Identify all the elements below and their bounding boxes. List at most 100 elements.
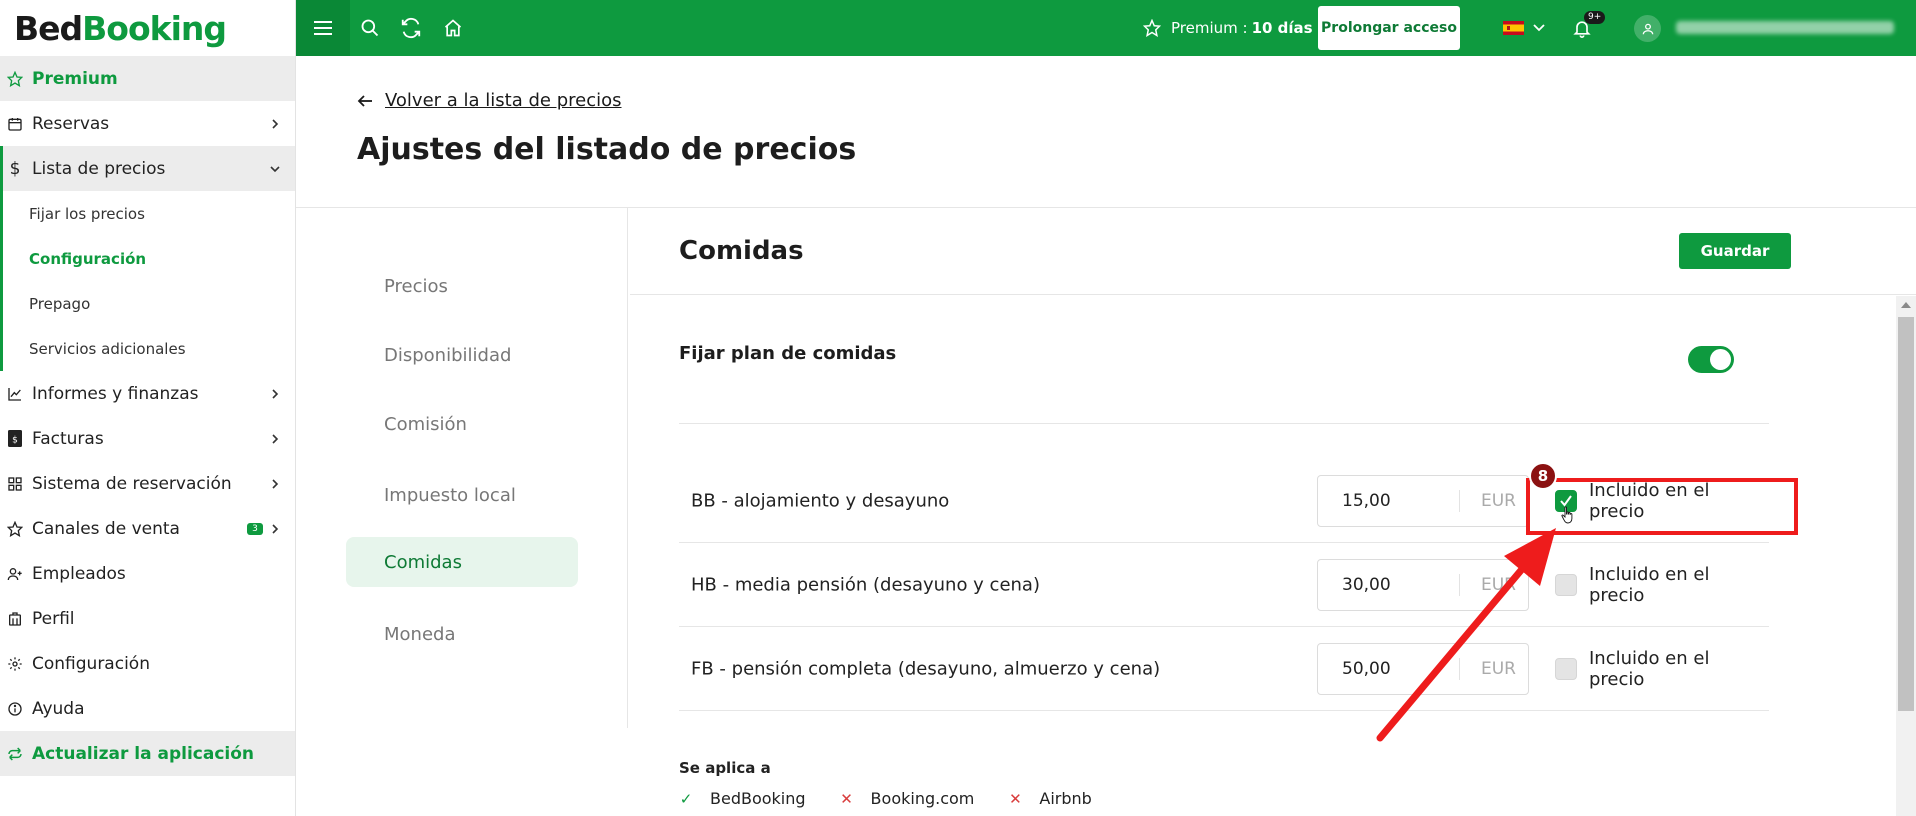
menu-toggle-button[interactable]	[296, 0, 350, 56]
tab-moneda[interactable]: Moneda	[346, 609, 578, 659]
home-icon	[444, 19, 462, 37]
meal-price-input[interactable]: 50,00 EUR	[1317, 642, 1529, 695]
refresh-icon	[401, 17, 421, 39]
star-icon	[6, 520, 24, 538]
chevron-down-icon	[270, 165, 280, 172]
sidebar-item-perfil[interactable]: Perfil	[0, 596, 295, 641]
sidebar-item-ayuda[interactable]: Ayuda	[0, 686, 295, 731]
meal-price-input[interactable]: 15,00 EUR	[1317, 474, 1529, 527]
tab-impuesto-local[interactable]: Impuesto local	[346, 470, 578, 520]
chevron-right-icon	[272, 433, 279, 444]
divider	[630, 294, 1916, 295]
dollar-icon: $	[9, 158, 21, 179]
sidebar: Bed Booking Premium Reservas $ Lista de p…	[0, 0, 296, 816]
tab-disponibilidad[interactable]: Disponibilidad	[346, 330, 578, 380]
channel-item-airbnb: ✕ Airbnb	[1008, 789, 1092, 808]
sidebar-item-label: Lista de precios	[32, 158, 166, 179]
meal-price-input[interactable]: 30,00 EUR	[1317, 558, 1529, 611]
user-email-redacted[interactable]	[1676, 21, 1894, 34]
sidebar-item-label: Canales de venta	[32, 518, 180, 539]
notifications-count-badge: 9+	[1584, 11, 1606, 24]
channel-name: BedBooking	[710, 789, 806, 808]
arrow-left-icon	[357, 94, 372, 107]
refresh-button[interactable]	[390, 0, 432, 56]
search-button[interactable]	[350, 0, 390, 56]
sidebar-subitem-servicios[interactable]: Servicios adicionales	[0, 326, 295, 371]
sidebar-item-label: Premium	[32, 68, 118, 89]
scroll-up-arrow-icon[interactable]	[1901, 302, 1911, 308]
sidebar-item-label: Perfil	[32, 608, 75, 629]
channel-name: Airbnb	[1039, 789, 1092, 808]
back-to-pricelist-link[interactable]: Volver a la lista de precios	[357, 90, 622, 111]
channels-count-badge: 3	[247, 522, 263, 535]
sidebar-item-label: Configuración	[32, 653, 150, 674]
sidebar-item-reservas[interactable]: Reservas	[0, 101, 295, 146]
notifications-button[interactable]	[1560, 0, 1604, 56]
sidebar-submenu: Fijar los precios Configuración Prepago …	[0, 191, 295, 371]
applies-to-title: Se aplica a	[679, 759, 771, 777]
channel-name: Booking.com	[870, 789, 975, 808]
sidebar-item-informes[interactable]: Informes y finanzas	[0, 371, 295, 416]
home-button[interactable]	[432, 0, 474, 56]
tab-precios[interactable]: Precios	[346, 261, 578, 311]
scrollbar-thumb[interactable]	[1898, 317, 1914, 711]
included-label: Incluido en el precio	[1589, 563, 1710, 606]
save-button[interactable]: Guardar	[1679, 233, 1791, 269]
divider	[1459, 657, 1460, 680]
sidebar-item-configuracion[interactable]: Configuración	[0, 641, 295, 686]
user-icon	[1642, 23, 1653, 34]
chevron-right-icon	[272, 118, 279, 129]
applies-to-list: ✓ BedBooking ✕ Booking.com ✕ Airbnb	[679, 789, 1126, 808]
sidebar-item-actualizar[interactable]: Actualizar la aplicación	[0, 731, 295, 776]
grid-icon	[6, 475, 24, 493]
page-title: Ajustes del listado de precios	[357, 132, 857, 167]
tab-comision[interactable]: Comisión	[346, 399, 578, 449]
cross-icon: ✕	[840, 789, 853, 808]
logo-text-booking: Booking	[82, 8, 227, 48]
price-value: 15,00	[1342, 490, 1391, 511]
logo[interactable]: Bed Booking	[0, 0, 295, 56]
sidebar-item-label: Reservas	[32, 113, 110, 134]
sidebar-item-empleados[interactable]: Empleados	[0, 551, 295, 596]
logo-text-bed: Bed	[14, 8, 83, 48]
meal-plan-toggle[interactable]	[1688, 346, 1734, 373]
included-checkbox[interactable]	[1555, 657, 1577, 680]
star-icon	[6, 70, 24, 88]
sidebar-item-label: Facturas	[32, 428, 104, 449]
sidebar-subitem-fijar-precios[interactable]: Fijar los precios	[0, 191, 295, 236]
sidebar-item-sistema[interactable]: Sistema de reservación	[0, 461, 295, 506]
chart-icon	[6, 385, 24, 403]
sidebar-item-premium[interactable]: Premium	[0, 56, 295, 101]
sidebar-item-label: Ayuda	[32, 698, 85, 719]
chevron-down-icon[interactable]	[1532, 22, 1546, 34]
spain-flag-icon[interactable]	[1503, 21, 1524, 35]
channel-item-booking: ✕ Booking.com	[840, 789, 975, 808]
meal-plan-label: Fijar plan de comidas	[679, 343, 897, 364]
hand-cursor-icon	[1561, 506, 1573, 524]
check-icon: ✓	[679, 789, 693, 808]
svg-text:$: $	[12, 436, 18, 446]
sidebar-item-lista-precios[interactable]: $ Lista de precios	[0, 146, 295, 191]
tab-comidas[interactable]: Comidas	[346, 537, 578, 587]
avatar[interactable]	[1634, 15, 1661, 42]
calendar-icon	[6, 115, 24, 133]
sidebar-item-canales[interactable]: Canales de venta 3	[0, 506, 295, 551]
currency-label: EUR	[1481, 490, 1516, 511]
meal-name: FB - pensión completa (desayuno, almuerz…	[691, 658, 1161, 679]
cross-icon: ✕	[1009, 789, 1022, 808]
building-icon	[6, 610, 24, 628]
sidebar-subitem-configuracion[interactable]: Configuración	[0, 236, 295, 281]
prolong-access-button[interactable]: Prolongar acceso	[1318, 6, 1460, 50]
premium-days: 10 días	[1251, 19, 1313, 37]
settings-tabs: Precios Disponibilidad Comisión Impuesto…	[296, 208, 628, 728]
sidebar-item-facturas[interactable]: $ Facturas	[0, 416, 295, 461]
meal-row: HB - media pensión (desayuno y cena) 30,…	[679, 543, 1769, 627]
included-checkbox[interactable]	[1555, 573, 1577, 596]
meal-name: BB - alojamiento y desayuno	[691, 490, 950, 511]
premium-label: Premium :	[1171, 19, 1248, 37]
section-title: Comidas	[679, 236, 804, 266]
price-value: 50,00	[1342, 658, 1391, 679]
back-link-label: Volver a la lista de precios	[385, 90, 622, 111]
meal-name: HB - media pensión (desayuno y cena)	[691, 574, 1040, 595]
sidebar-subitem-prepago[interactable]: Prepago	[0, 281, 295, 326]
